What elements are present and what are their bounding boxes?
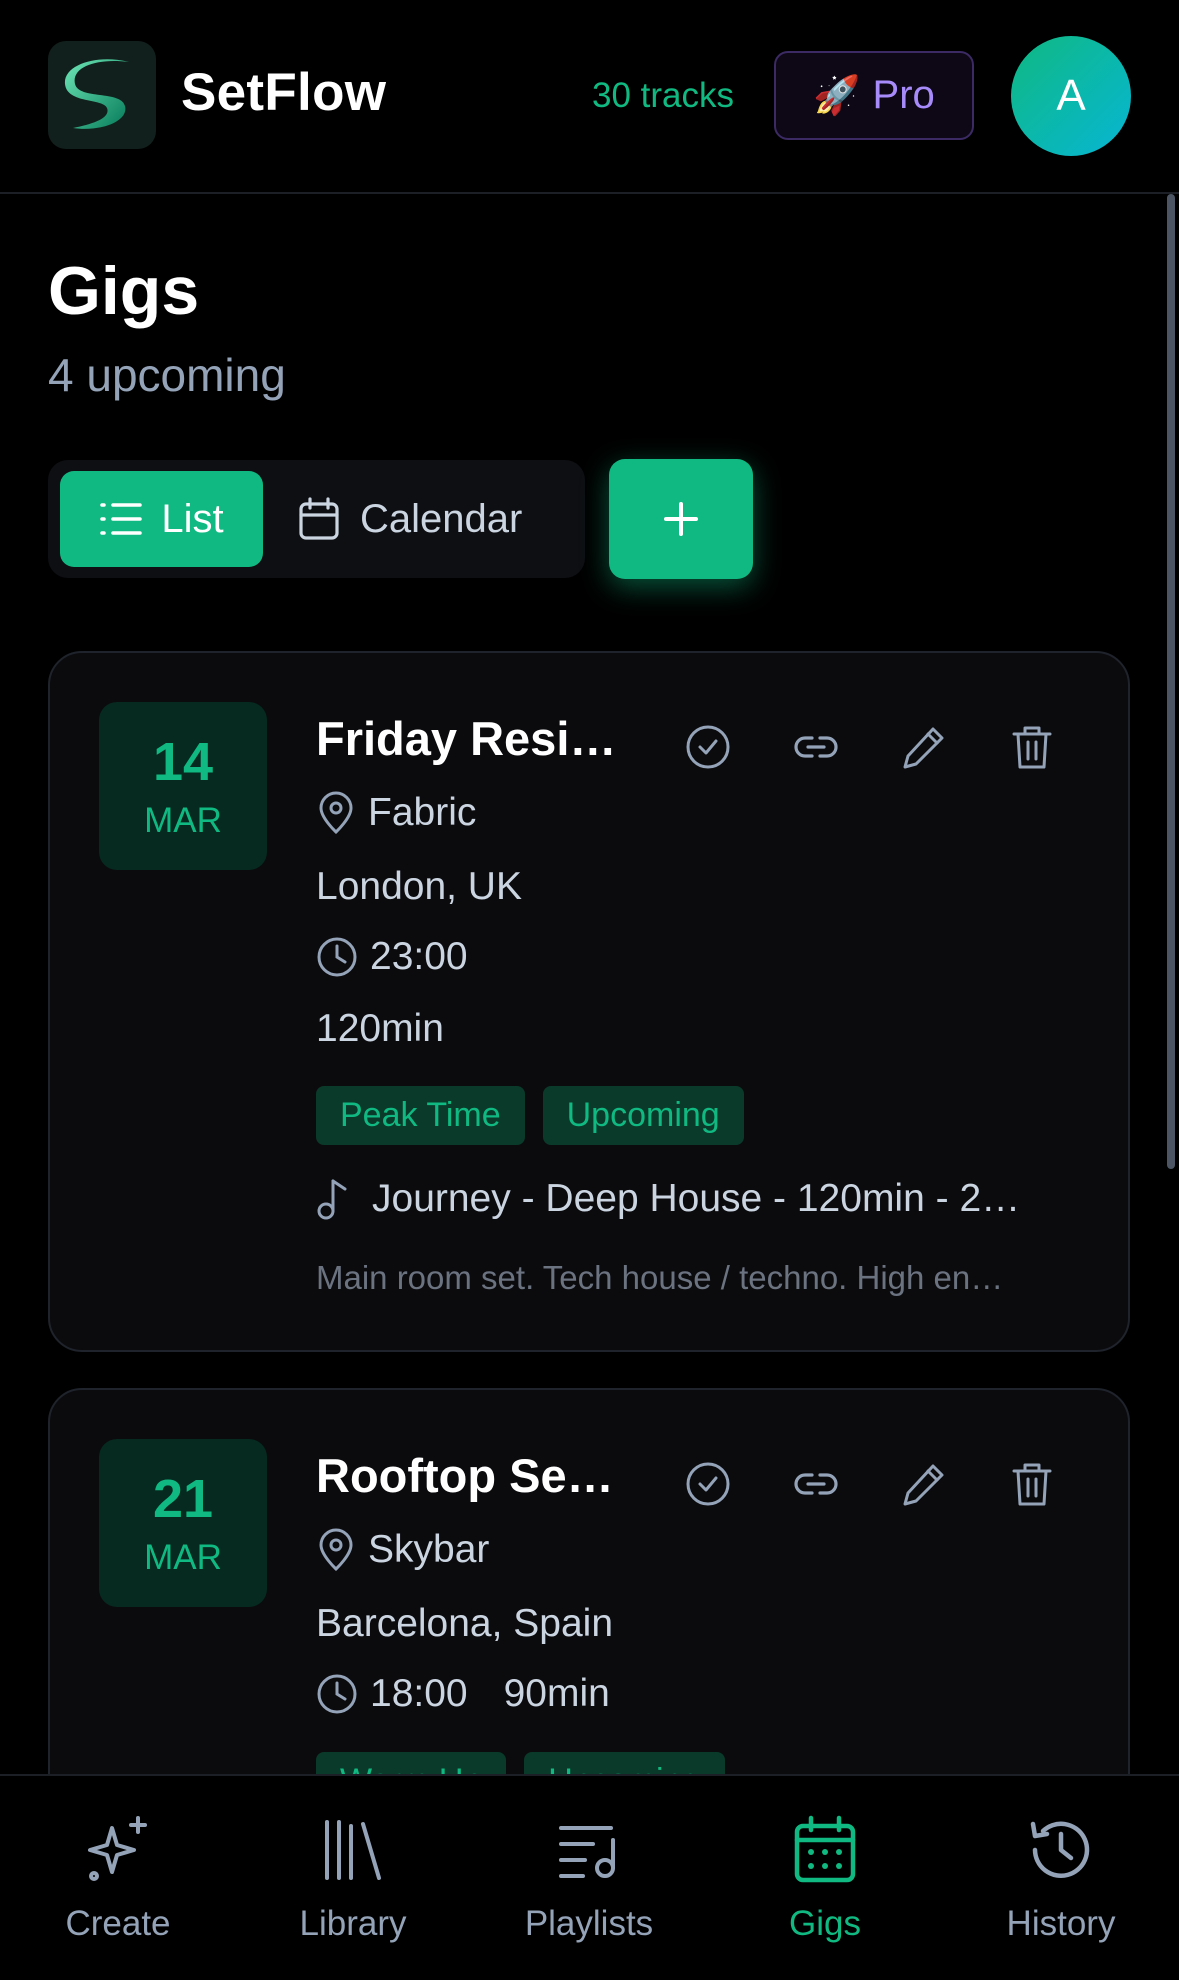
nav-library[interactable]: Library xyxy=(253,1814,453,1944)
list-view-label: List xyxy=(161,496,224,541)
pro-button[interactable]: 🚀 Pro xyxy=(774,51,974,140)
gig-tags: Peak Time Upcoming xyxy=(316,1086,744,1146)
edit-button[interactable] xyxy=(900,1460,948,1508)
gig-playlist-name: Journey - Deep House - 120min - 2… xyxy=(372,1177,1021,1220)
page-title: Gigs xyxy=(48,253,200,329)
bottom-nav: Create Library Playlists Gigs History xyxy=(0,1774,1179,1980)
clock-icon xyxy=(317,1674,357,1714)
mark-done-button[interactable] xyxy=(684,1460,732,1508)
check-circle-icon xyxy=(686,725,730,769)
gig-date-badge: 14 MAR xyxy=(99,702,267,870)
scrollbar[interactable] xyxy=(1167,194,1175,1169)
gig-title: Rooftop Se… xyxy=(316,1449,614,1502)
nav-history[interactable]: History xyxy=(961,1814,1161,1944)
app-logo[interactable] xyxy=(48,41,156,149)
add-gig-button[interactable] xyxy=(609,459,753,579)
calendar-view-label: Calendar xyxy=(360,496,523,541)
list-view-button[interactable]: List xyxy=(60,471,263,567)
library-icon xyxy=(325,1820,381,1880)
trash-icon xyxy=(1012,1463,1052,1506)
gig-location: Barcelona, Spain xyxy=(316,1602,614,1645)
gig-venue-name: Fabric xyxy=(368,791,477,834)
mark-done-button[interactable] xyxy=(684,723,732,771)
app-name: SetFlow xyxy=(181,63,387,122)
rocket-icon: 🚀 xyxy=(813,74,861,117)
plus-icon xyxy=(664,502,698,536)
nav-library-label: Library xyxy=(299,1904,407,1943)
edit-button[interactable] xyxy=(900,723,948,771)
gig-duration: 90min xyxy=(503,1672,610,1715)
sparkle-icon xyxy=(88,1816,147,1881)
calendar-view-button[interactable]: Calendar xyxy=(298,471,522,567)
tag-upcoming: Upcoming xyxy=(542,1086,744,1146)
gig-date-day: 21 xyxy=(152,1468,214,1529)
gig-time-value: 23:00 xyxy=(370,935,468,978)
pencil-icon xyxy=(903,1464,944,1506)
map-pin-icon xyxy=(319,1528,353,1572)
pencil-icon xyxy=(903,727,944,769)
nav-playlists-label: Playlists xyxy=(524,1904,654,1943)
gig-date-day: 14 xyxy=(152,731,214,792)
nav-create-label: Create xyxy=(65,1904,171,1943)
gig-time: 23:00 xyxy=(316,935,468,979)
link-icon xyxy=(794,1473,838,1495)
calendar-icon xyxy=(794,1815,856,1883)
share-link-button[interactable] xyxy=(792,1460,840,1508)
share-link-button[interactable] xyxy=(792,723,840,771)
gig-title: Friday Resi… xyxy=(316,712,617,765)
gig-card[interactable]: 14 MAR Friday Resi… Fabric London, UK 23… xyxy=(48,651,1130,1352)
avatar-initial: A xyxy=(1056,71,1086,120)
calendar-icon xyxy=(299,497,339,540)
avatar[interactable]: A xyxy=(1011,36,1131,156)
gig-actions xyxy=(684,723,1056,771)
view-toggle: List Calendar xyxy=(48,460,585,578)
link-icon xyxy=(794,736,838,758)
nav-playlists[interactable]: Playlists xyxy=(489,1814,689,1944)
gig-location: London, UK xyxy=(316,865,522,908)
tag-peak-time: Peak Time xyxy=(316,1086,525,1146)
gig-date-month: MAR xyxy=(144,800,222,840)
pro-label: Pro xyxy=(872,73,935,117)
check-circle-icon xyxy=(686,1462,730,1506)
gig-time-value: 18:00 xyxy=(370,1672,468,1715)
app-header: SetFlow 30 tracks 🚀 Pro A xyxy=(0,0,1179,194)
list-icon xyxy=(100,503,143,535)
delete-button[interactable] xyxy=(1008,1460,1056,1508)
track-count: 30 tracks xyxy=(592,76,734,115)
gig-venue-name: Skybar xyxy=(368,1528,490,1571)
gig-date-badge: 21 MAR xyxy=(99,1439,267,1607)
gig-date-month: MAR xyxy=(144,1537,222,1577)
gig-actions xyxy=(684,1460,1056,1508)
map-pin-icon xyxy=(319,791,353,835)
gig-venue: Skybar xyxy=(316,1528,489,1572)
nav-gigs[interactable]: Gigs xyxy=(725,1814,925,1944)
history-icon xyxy=(1030,1821,1090,1878)
logo-icon xyxy=(64,59,129,129)
page-subtitle: 4 upcoming xyxy=(48,349,286,401)
nav-history-label: History xyxy=(1006,1904,1116,1943)
gig-venue: Fabric xyxy=(316,791,476,835)
delete-button[interactable] xyxy=(1008,723,1056,771)
clock-icon xyxy=(317,937,357,977)
app-root: SetFlow 30 tracks 🚀 Pro A Gigs 4 upcomin… xyxy=(0,0,1179,1980)
music-note-icon xyxy=(317,1179,347,1220)
trash-icon xyxy=(1012,726,1052,769)
gig-time: 18:00 90min xyxy=(316,1672,610,1716)
playlist-icon xyxy=(559,1826,615,1878)
gig-playlist[interactable]: Journey - Deep House - 120min - 2… xyxy=(316,1177,1086,1221)
gig-notes: Main room set. Tech house / techno. High… xyxy=(316,1259,1004,1296)
gig-duration: 120min xyxy=(316,1007,444,1050)
nav-gigs-label: Gigs xyxy=(789,1904,861,1943)
nav-create[interactable]: Create xyxy=(18,1814,218,1944)
